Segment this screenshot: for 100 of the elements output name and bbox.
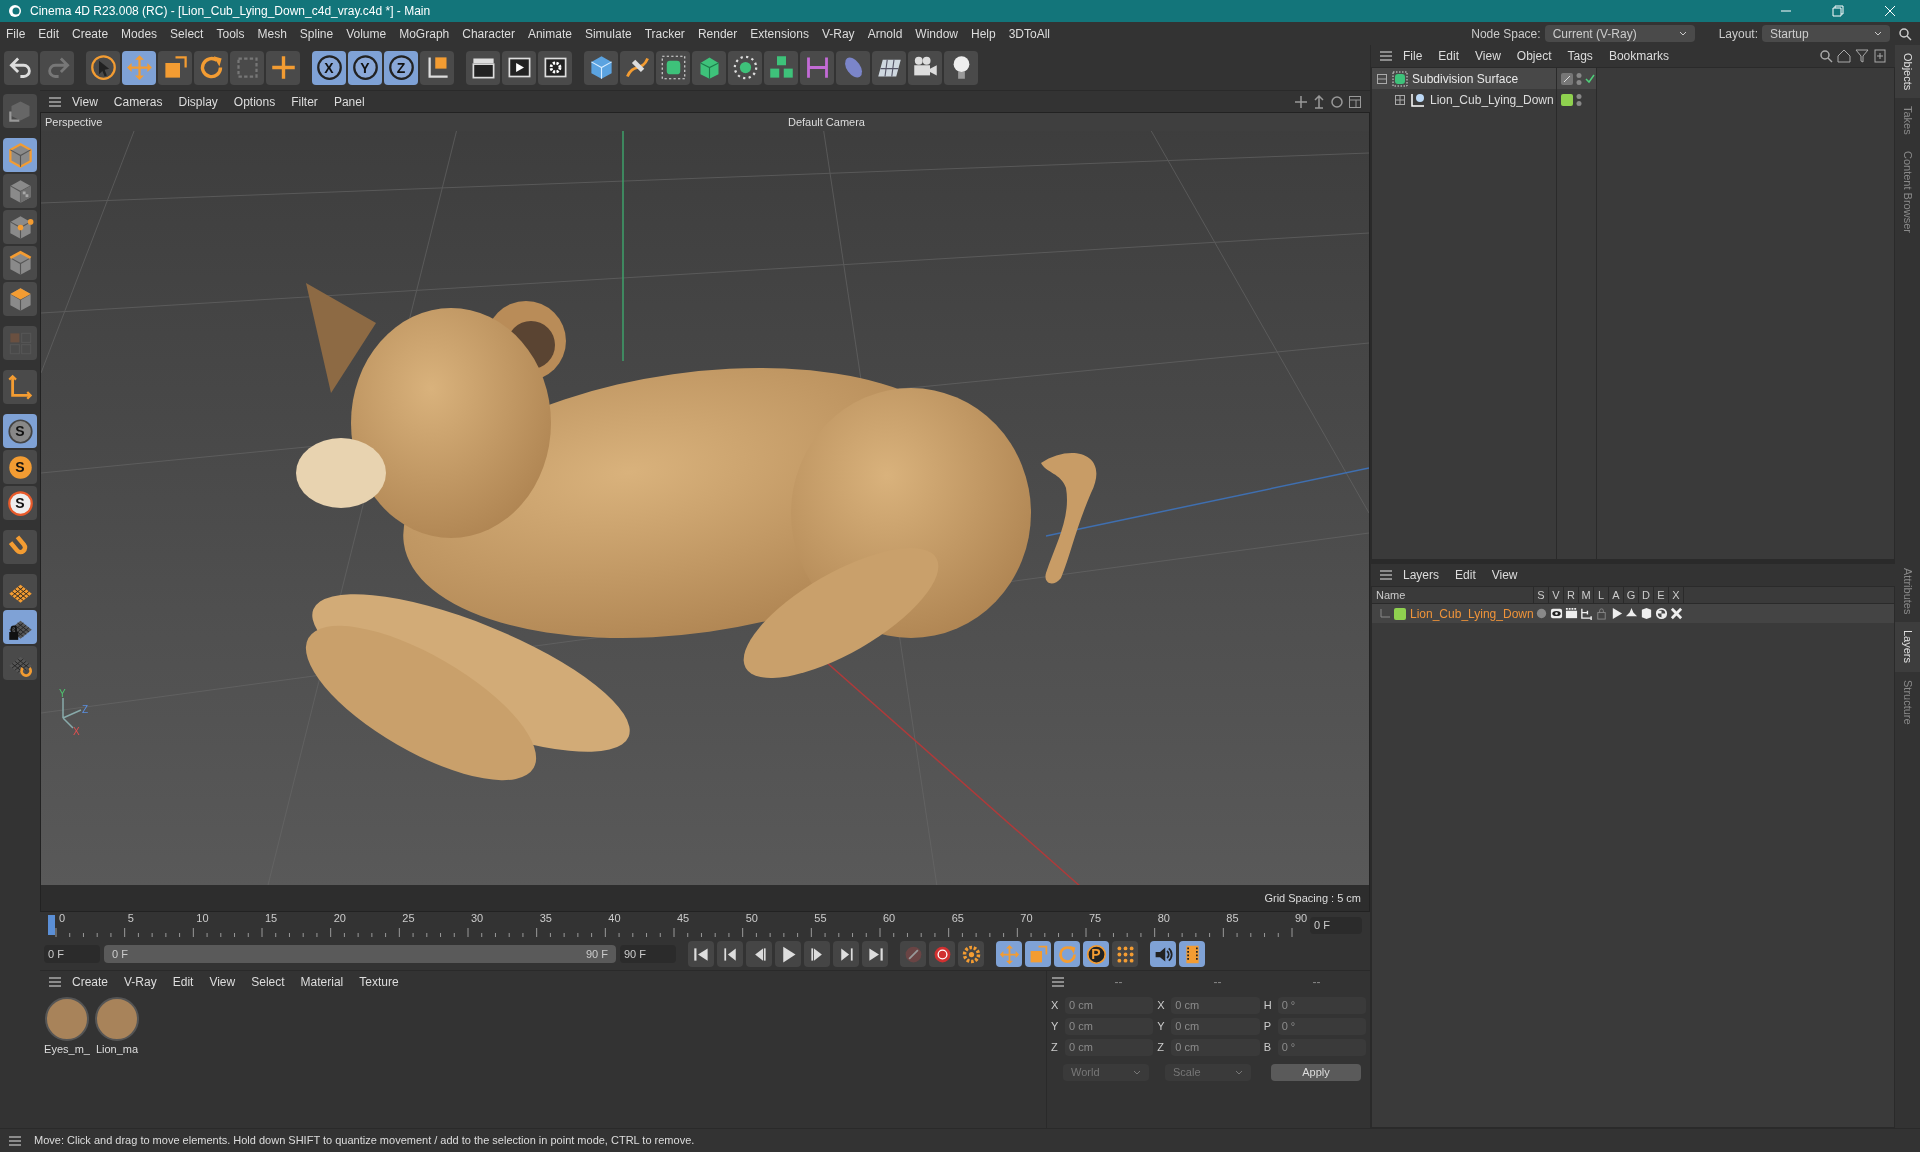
measure-bars-button[interactable]	[800, 50, 834, 85]
snap-circle-button[interactable]: S	[3, 450, 37, 484]
filter-icon[interactable]	[1855, 49, 1869, 63]
new-window-icon[interactable]	[1873, 49, 1887, 63]
menu-item[interactable]: Create	[66, 973, 115, 991]
search-icon[interactable]	[1898, 26, 1912, 41]
light-bulb-button[interactable]	[944, 50, 978, 85]
hierarchy-icon[interactable]	[1580, 607, 1593, 620]
camera-label[interactable]: Default Camera	[787, 113, 865, 131]
menu-item[interactable]: Panel	[327, 92, 371, 111]
four-arrows-button[interactable]	[122, 50, 156, 85]
restore-icon[interactable]	[1832, 5, 1844, 17]
axis-lock-button[interactable]: Z	[384, 50, 418, 85]
material-swatch[interactable]	[95, 997, 139, 1041]
param-circle-button[interactable]: P	[1083, 941, 1109, 967]
start-frame-field[interactable]: 0 F	[44, 945, 100, 963]
collapse-icon[interactable]	[1376, 72, 1388, 85]
hamburger-menu-icon[interactable]	[48, 95, 62, 108]
menu-item[interactable]: Help	[965, 24, 1002, 43]
menu-item[interactable]: Animate	[521, 24, 578, 43]
menu-item[interactable]: V-Ray	[815, 24, 861, 43]
subdivision-cube-button[interactable]	[656, 50, 690, 85]
menu-item[interactable]: Edit	[32, 24, 66, 43]
menu-item[interactable]: Select	[245, 973, 291, 991]
expand-icon[interactable]	[1394, 93, 1406, 106]
menu-item[interactable]: Bookmarks	[1602, 47, 1675, 65]
menu-item[interactable]: Edit	[166, 973, 200, 991]
menu-item[interactable]: Edit	[1432, 47, 1466, 65]
material-name[interactable]: Eyes_m_	[44, 1041, 90, 1058]
material-name[interactable]: Lion_ma	[95, 1041, 139, 1058]
menu-item[interactable]: V-Ray	[118, 973, 163, 991]
checker-cube-button[interactable]	[3, 174, 37, 208]
menu-item[interactable]: Window	[909, 24, 964, 43]
scale-square-button[interactable]	[158, 50, 192, 85]
hamburger-menu-icon[interactable]	[1379, 50, 1393, 62]
cube-arrow-button[interactable]	[3, 94, 37, 128]
cursor-circle-button[interactable]	[86, 50, 120, 85]
speaker-button[interactable]	[1150, 941, 1176, 967]
axis-arrows-button[interactable]	[3, 370, 37, 404]
grid-plane-button[interactable]	[872, 50, 906, 85]
clapperboard-button[interactable]	[466, 50, 500, 85]
visibility-dots-icon[interactable]	[1576, 92, 1582, 107]
gear-button[interactable]	[958, 941, 984, 967]
gear-clapperboard-button[interactable]	[538, 50, 572, 85]
menu-item[interactable]: Edit	[1449, 566, 1482, 584]
close-icon[interactable]	[1884, 5, 1896, 17]
menu-item[interactable]: Modes	[115, 24, 164, 43]
end-frame-field[interactable]: 90 F	[620, 945, 676, 963]
circular-arrow-button[interactable]	[194, 50, 228, 85]
hamburger-menu-icon[interactable]	[48, 976, 62, 988]
side-tab[interactable]: Attributes	[1895, 560, 1920, 623]
undo-arrow-button[interactable]	[4, 50, 38, 85]
zoom-view-icon[interactable]	[1312, 94, 1326, 109]
menu-item[interactable]: View	[1469, 47, 1507, 65]
no-layer-icon[interactable]	[1561, 72, 1573, 85]
menu-item[interactable]: Tracker	[638, 24, 691, 43]
grid-arrows-button[interactable]	[3, 646, 37, 680]
step-forward-button[interactable]	[804, 941, 830, 967]
bent-capsule-button[interactable]	[836, 50, 870, 85]
axis-lock-button[interactable]: Y	[348, 50, 382, 85]
orbit-view-icon[interactable]	[1330, 94, 1344, 109]
hamburger-menu-icon[interactable]	[1379, 569, 1393, 581]
cube-button[interactable]	[584, 50, 618, 85]
layer-color-swatch[interactable]	[1394, 607, 1406, 620]
current-frame-field[interactable]: 0 F	[1310, 916, 1362, 934]
side-tab[interactable]: Content Browser	[1895, 143, 1920, 241]
menu-item[interactable]: Render	[691, 24, 744, 43]
cube-axes-button[interactable]	[420, 50, 454, 85]
hamburger-menu-icon[interactable]	[8, 1134, 22, 1147]
menu-item[interactable]: Create	[66, 24, 115, 43]
menu-item[interactable]: Texture	[353, 973, 405, 991]
menu-item[interactable]: View	[203, 973, 242, 991]
menu-item[interactable]: 3DToAll	[1002, 24, 1057, 43]
play-icon[interactable]	[1610, 607, 1623, 620]
menu-item[interactable]: Object	[1510, 47, 1558, 65]
menu-item[interactable]: File	[0, 24, 32, 43]
menu-item[interactable]: View	[66, 92, 104, 111]
menu-item[interactable]: Extensions	[744, 24, 815, 43]
menu-item[interactable]: File	[1397, 47, 1429, 65]
menu-item[interactable]: Spline	[293, 24, 340, 43]
menu-item[interactable]: Tools	[210, 24, 251, 43]
extrude-shape-button[interactable]	[692, 50, 726, 85]
pen-curve-button[interactable]	[620, 50, 654, 85]
film-strip-button[interactable]	[1179, 941, 1205, 967]
search-icon[interactable]	[1819, 49, 1833, 63]
solo-dot-icon[interactable]	[1535, 607, 1548, 620]
node-space-dropdown[interactable]: Current (V-Ray)	[1544, 25, 1695, 42]
layout-dropdown[interactable]: Startup	[1762, 25, 1890, 42]
skip-back-button[interactable]	[688, 941, 714, 967]
eye-icon[interactable]	[1550, 607, 1563, 620]
cloner-sphere-button[interactable]	[728, 50, 762, 85]
menu-item[interactable]: Select	[164, 24, 210, 43]
axis-lock-button[interactable]: X	[312, 50, 346, 85]
clapperboard-icon[interactable]	[1565, 607, 1578, 620]
movie-camera-button[interactable]	[908, 50, 942, 85]
stacked-cubes-button[interactable]	[764, 50, 798, 85]
key-back-button[interactable]	[717, 941, 743, 967]
hamburger-menu-icon[interactable]	[1051, 976, 1065, 988]
locked-grid-button[interactable]	[3, 610, 37, 644]
object-name[interactable]: Lion_Cub_Lying_Down	[1430, 90, 1554, 109]
